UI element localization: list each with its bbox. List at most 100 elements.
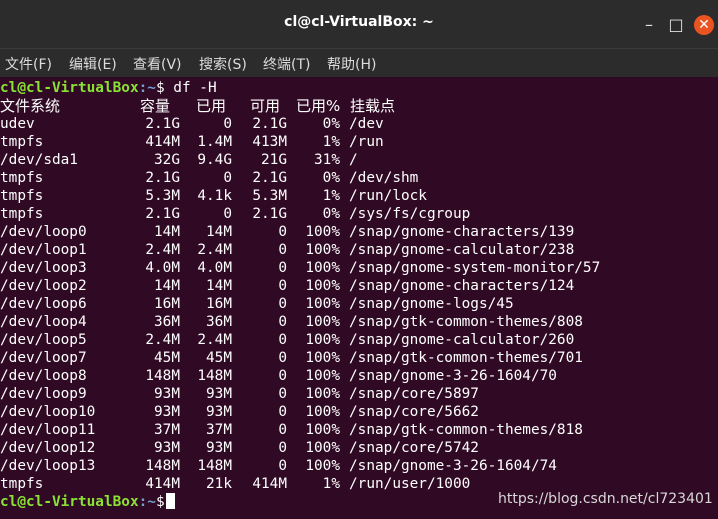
cell-use-percent: 100% [305, 404, 340, 420]
cell-avail: 0 [278, 404, 287, 420]
table-row: tmpfs 414M 1.4M 413M 1% /run [0, 133, 718, 151]
cell-filesystem: /dev/loop12 [0, 440, 96, 456]
minimize-icon[interactable]: – [640, 16, 658, 34]
cell-use-percent: 100% [305, 296, 340, 312]
cell-avail: 0 [278, 368, 287, 384]
menu-file[interactable]: 文件(F) [5, 54, 52, 74]
cell-filesystem: tmpfs [0, 134, 44, 150]
header-filesystem: 文件系统 [0, 97, 61, 115]
menu-view[interactable]: 查看(V) [133, 54, 182, 74]
maximize-icon[interactable]: □ [667, 16, 685, 34]
cell-filesystem: /dev/loop1 [0, 242, 87, 258]
header-size: 容量 [140, 97, 171, 115]
cell-filesystem: tmpfs [0, 170, 44, 186]
cell-used: 93M [206, 404, 232, 420]
cell-size: 2.1G [145, 116, 180, 132]
menu-search[interactable]: 搜索(S) [199, 54, 247, 74]
table-row: /dev/loop6 16M 16M 0 100% /snap/gnome-logs/45 [0, 295, 718, 313]
cell-used: 148M [197, 458, 232, 474]
cell-used: 16M [206, 296, 232, 312]
cell-size: 14M [154, 224, 180, 240]
table-row: /dev/loop8 148M 148M 0 100% /snap/gnome-3-26-… [0, 367, 718, 385]
cell-use-percent: 1% [322, 188, 340, 204]
cell-filesystem: /dev/loop8 [0, 368, 87, 384]
cell-mounted-on: /sys/fs/cgroup [349, 206, 471, 222]
title-bar[interactable]: cl@cl-VirtualBox: ~ – □ ✕ [0, 0, 718, 48]
cell-avail: 0 [278, 422, 287, 438]
header-used: 已用 [196, 97, 227, 115]
table-row: /dev/loop12 93M 93M 0 100% /snap/core/5742 [0, 439, 718, 457]
cell-use-percent: 100% [305, 368, 340, 384]
cell-avail: 414M [252, 476, 287, 492]
cell-used: 1.4M [197, 134, 232, 150]
cell-mounted-on: /run/user/1000 [349, 476, 471, 492]
prompt-line[interactable]: cl@cl-VirtualBox:~$ [0, 493, 175, 511]
cell-mounted-on: /snap/core/5662 [349, 404, 479, 420]
cell-avail: 0 [278, 296, 287, 312]
table-row: /dev/loop1 2.4M 2.4M 0 100% /snap/gnome-calcu… [0, 241, 718, 259]
cell-filesystem: /dev/loop0 [0, 224, 87, 240]
table-row: /dev/loop10 93M 93M 0 100% /snap/core/5662 [0, 403, 718, 421]
cell-avail: 2.1G [252, 170, 287, 186]
cell-use-percent: 100% [305, 332, 340, 348]
table-row: /dev/loop4 36M 36M 0 100% /snap/gtk-common-th… [0, 313, 718, 331]
cell-use-percent: 100% [305, 242, 340, 258]
cell-size: 4.0M [145, 260, 180, 276]
prompt-path: :~ [138, 494, 156, 510]
cell-filesystem: udev [0, 116, 35, 132]
terminal-output[interactable]: cl@cl-VirtualBox:~$ df -H 文件系统 容量 已用 可用 已用% 挂载… [0, 77, 718, 519]
cell-filesystem: /dev/loop4 [0, 314, 87, 330]
table-row: /dev/loop13 148M 148M 0 100% /snap/gnome-3-26… [0, 457, 718, 475]
cell-avail: 0 [278, 332, 287, 348]
menu-terminal[interactable]: 终端(T) [263, 54, 310, 74]
cell-filesystem: /dev/loop13 [0, 458, 96, 474]
cell-avail: 0 [278, 278, 287, 294]
cell-avail: 0 [278, 260, 287, 276]
cell-use-percent: 100% [305, 458, 340, 474]
cell-filesystem: /dev/sda1 [0, 152, 78, 168]
cell-filesystem: /dev/loop10 [0, 404, 96, 420]
cell-filesystem: /dev/loop6 [0, 296, 87, 312]
cell-used: 14M [206, 224, 232, 240]
header-mounted-on: 挂载点 [350, 97, 396, 115]
cell-use-percent: 100% [305, 440, 340, 456]
table-row: /dev/sda1 32G 9.4G 21G 31% / [0, 151, 718, 169]
cell-use-percent: 0% [322, 116, 340, 132]
cell-avail: 21G [261, 152, 287, 168]
cell-size: 93M [154, 440, 180, 456]
close-icon[interactable]: ✕ [694, 15, 714, 35]
table-row: /dev/loop0 14M 14M 0 100% /snap/gnome-charact… [0, 223, 718, 241]
cell-avail: 0 [278, 350, 287, 366]
cell-used: 2.4M [197, 242, 232, 258]
table-row: /dev/loop2 14M 14M 0 100% /snap/gnome-charact… [0, 277, 718, 295]
cell-size: 14M [154, 278, 180, 294]
cell-filesystem: /dev/loop7 [0, 350, 87, 366]
table-row: /dev/loop3 4.0M 4.0M 0 100% /snap/gnome-syste… [0, 259, 718, 277]
cell-mounted-on: /snap/gtk-common-themes/808 [349, 314, 583, 330]
header-use-percent: 已用% [296, 97, 341, 115]
cell-mounted-on: /snap/gnome-calculator/260 [349, 332, 575, 348]
table-row: udev 2.1G 0 2.1G 0% /dev [0, 115, 718, 133]
cell-mounted-on: / [349, 152, 358, 168]
cell-mounted-on: /snap/gnome-characters/124 [349, 278, 575, 294]
prompt-symbol: $ [155, 494, 165, 510]
cell-use-percent: 100% [305, 314, 340, 330]
cell-mounted-on: /snap/gnome-3-26-1604/70 [349, 368, 557, 384]
cell-mounted-on: /snap/gnome-3-26-1604/74 [349, 458, 557, 474]
cell-mounted-on: /snap/gnome-calculator/238 [349, 242, 575, 258]
cell-used: 93M [206, 440, 232, 456]
menu-help[interactable]: 帮助(H) [327, 54, 376, 74]
menu-edit[interactable]: 编辑(E) [69, 54, 117, 74]
cell-avail: 0 [278, 314, 287, 330]
cell-avail: 0 [278, 386, 287, 402]
cell-use-percent: 1% [322, 476, 340, 492]
cell-size: 93M [154, 404, 180, 420]
cell-filesystem: /dev/loop3 [0, 260, 87, 276]
cell-mounted-on: /snap/core/5742 [349, 440, 479, 456]
cell-used: 36M [206, 314, 232, 330]
cell-used: 0 [223, 116, 232, 132]
table-row: tmpfs 2.1G 0 2.1G 0% /dev/shm [0, 169, 718, 187]
prompt-user-host: cl@cl-VirtualBox [0, 80, 139, 96]
cell-size: 16M [154, 296, 180, 312]
cell-use-percent: 100% [305, 422, 340, 438]
